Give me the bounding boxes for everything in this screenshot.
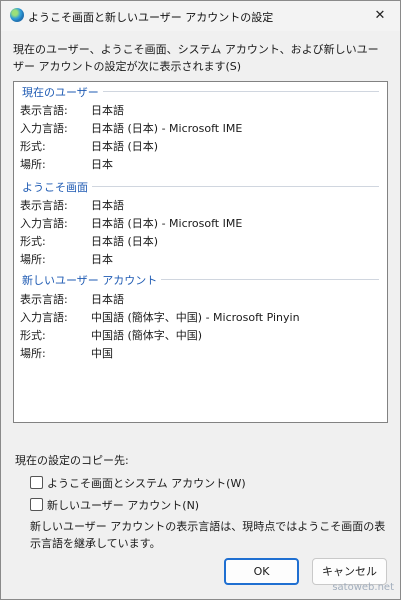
copy-settings-label: 現在の設定のコピー先:: [15, 454, 129, 467]
watermark: satoweb.net: [332, 582, 394, 593]
checkbox-label: 新しいユーザー アカウント(N): [47, 499, 200, 512]
ok-button[interactable]: OK: [224, 558, 299, 585]
settings-dialog: ようこそ画面と新しいユーザー アカウントの設定 ✕ 現在のユーザー、ようこそ画面…: [0, 0, 401, 600]
settings-listbox[interactable]: 現在のユーザー 表示言語: 日本語 入力言語: 日本語 (日本) - Microso…: [13, 81, 388, 423]
inheritance-note: 新しいユーザー アカウントの表示言語は、現時点ではようこそ画面の表示言語を継承し…: [30, 520, 386, 550]
cancel-button[interactable]: キャンセル: [312, 558, 387, 585]
group-header-current-user: 現在のユーザー: [22, 84, 379, 99]
intro-text: 現在のユーザー、ようこそ画面、システム アカウント、および新しいユーザー アカウ…: [13, 43, 379, 73]
close-button[interactable]: ✕: [366, 5, 394, 27]
globe-icon: [10, 8, 24, 22]
group-header-new-user-account: 新しいユーザー アカウント: [22, 272, 379, 287]
group-header-welcome-screen: ようこそ画面: [22, 179, 379, 194]
title-bar: ようこそ画面と新しいユーザー アカウントの設定 ✕: [1, 1, 400, 31]
checkbox-label: ようこそ画面とシステム アカウント(W): [47, 477, 246, 490]
window-title: ようこそ画面と新しいユーザー アカウントの設定: [28, 11, 274, 24]
checkbox-box[interactable]: [30, 498, 43, 511]
checkbox-box[interactable]: [30, 476, 43, 489]
